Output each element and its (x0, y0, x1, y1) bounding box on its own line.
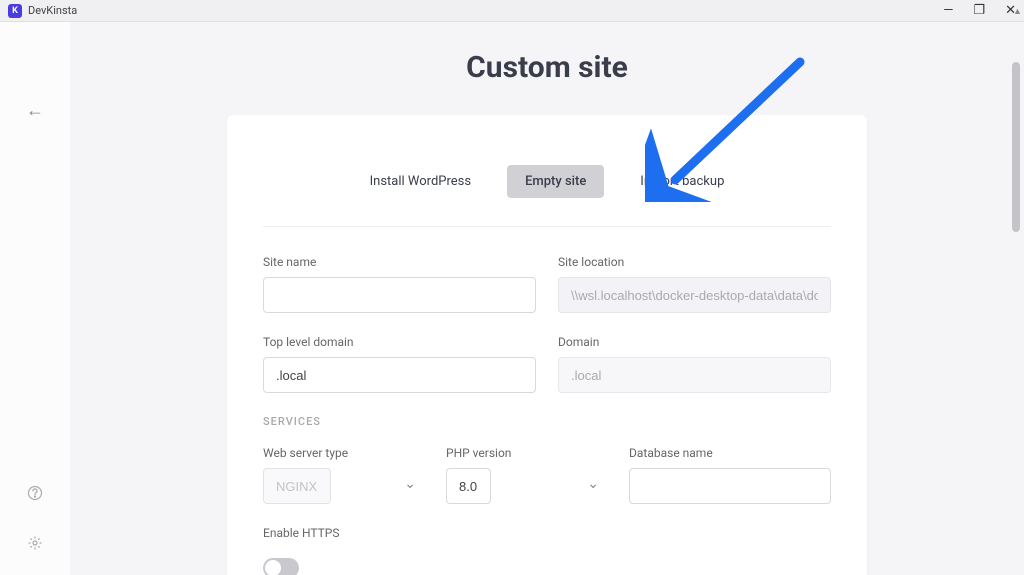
php-version-select[interactable]: 8.0 (446, 468, 491, 504)
site-name-input[interactable] (263, 277, 536, 313)
scrollbar-thumb[interactable] (1012, 62, 1020, 232)
titlebar: K DevKinsta — ❐ ✕ (0, 0, 1024, 22)
tab-empty-site[interactable]: Empty site (507, 165, 604, 198)
content-area: Custom site Install WordPress Empty site… (70, 22, 1024, 575)
site-location-label: Site location (558, 255, 831, 269)
database-name-input[interactable] (629, 468, 831, 504)
domain-input (558, 357, 831, 393)
page-title: Custom site (70, 50, 1024, 85)
domain-label: Domain (558, 335, 831, 349)
sidebar: ← (0, 22, 70, 575)
scroll-up-icon[interactable]: ▲ (1013, 6, 1022, 17)
web-server-label: Web server type (263, 446, 428, 460)
enable-https-label: Enable HTTPS (263, 526, 831, 540)
tld-input[interactable] (263, 357, 536, 393)
window-minimize-icon[interactable]: — (943, 4, 953, 17)
back-arrow-icon[interactable]: ← (26, 100, 44, 121)
php-version-label: PHP version (446, 446, 611, 460)
services-heading: Services (263, 415, 831, 428)
site-name-label: Site name (263, 255, 536, 269)
settings-icon[interactable] (27, 535, 43, 555)
tld-label: Top level domain (263, 335, 536, 349)
web-server-select: NGINX (263, 468, 331, 504)
app-name: DevKinsta (28, 4, 77, 17)
divider (263, 226, 831, 227)
app-icon: K (8, 4, 22, 18)
tab-import-backup[interactable]: Import backup (622, 165, 742, 198)
tab-install-wordpress[interactable]: Install WordPress (352, 165, 489, 198)
site-location-input (558, 277, 831, 313)
scrollbar[interactable]: ▲ (1011, 22, 1021, 569)
help-icon[interactable] (27, 485, 43, 505)
window-maximize-icon[interactable]: ❐ (973, 4, 985, 17)
enable-https-toggle[interactable] (263, 558, 299, 575)
database-name-label: Database name (629, 446, 831, 460)
form-card: Install WordPress Empty site Import back… (227, 115, 867, 575)
tabs: Install WordPress Empty site Import back… (263, 165, 831, 198)
